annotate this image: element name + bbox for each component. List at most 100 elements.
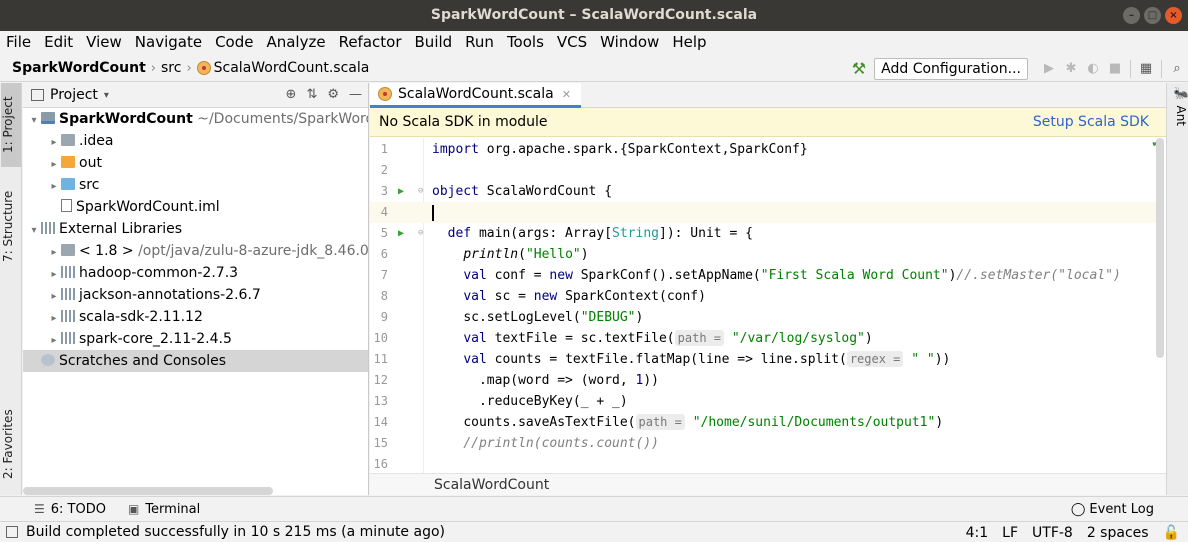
tree-row[interactable]: ▸ jackson-annotations-2.6.7 [23, 284, 368, 306]
ant-icon: 🐜 [1174, 87, 1188, 102]
tree-row[interactable]: ▸ spark-core_2.11-2.4.5 [23, 328, 368, 350]
tree-row[interactable]: ▸ hadoop-common-2.7.3 [23, 262, 368, 284]
tab-ant[interactable]: 🐜 Ant [1168, 87, 1188, 126]
add-configuration-button[interactable]: Add Configuration... [874, 57, 1028, 80]
run-gutter-icon[interactable]: ▶ [398, 223, 404, 244]
tab-todo[interactable]: ☰ 6: TODO [34, 502, 106, 517]
menu-window[interactable]: Window [600, 33, 659, 51]
file-encoding[interactable]: UTF-8 [1032, 525, 1073, 541]
tab-scalawordcount[interactable]: ScalaWordCount.scala ✕ [370, 83, 581, 108]
breadcrumb-file[interactable]: ScalaWordCount.scala [214, 60, 370, 76]
tree-row[interactable]: SparkWordCount.iml [23, 196, 368, 218]
breadcrumb-project[interactable]: SparkWordCount [12, 60, 146, 76]
menu-code[interactable]: Code [215, 33, 253, 51]
line-number: 7 [380, 268, 388, 282]
menu-build[interactable]: Build [415, 33, 453, 51]
code-text: val textFile = sc.textFile(path = "/var/… [463, 330, 873, 346]
breadcrumb-src[interactable]: src [161, 60, 181, 76]
tree-expand-icon[interactable]: ▸ [47, 264, 61, 286]
menu-analyze[interactable]: Analyze [266, 33, 325, 51]
coverage-icon[interactable]: ◐ [1082, 61, 1104, 76]
close-tab-icon[interactable]: ✕ [562, 88, 571, 101]
minimize-icon[interactable]: – [1123, 7, 1140, 24]
scala-file-icon [378, 87, 392, 101]
tree-expand-icon[interactable]: ▸ [47, 176, 61, 198]
line-number: 15 [373, 436, 388, 450]
tree-row[interactable]: ▸ out [23, 152, 368, 174]
tree-expand-icon[interactable]: ▸ [47, 154, 61, 176]
code-text: .reduceByKey(_ + _) [478, 394, 628, 409]
tab-project[interactable]: 1: Project [1, 83, 21, 167]
menu-vcs[interactable]: VCS [557, 33, 587, 51]
tab-structure[interactable]: 7: Structure [1, 181, 21, 271]
hide-icon[interactable]: — [349, 87, 362, 102]
caret-position[interactable]: 4:1 [966, 525, 989, 541]
chevron-down-icon[interactable]: ▾ [104, 90, 109, 101]
line-number: 11 [373, 352, 388, 366]
stop-icon[interactable]: ■ [1104, 61, 1126, 76]
indent-setting[interactable]: 2 spaces [1087, 525, 1149, 541]
gear-icon[interactable]: ⚙ [327, 87, 339, 102]
locate-icon[interactable]: ⊕ [286, 87, 297, 102]
run-icon[interactable]: ▶ [1038, 61, 1060, 76]
tree-expand-icon[interactable]: ▸ [47, 242, 61, 264]
line-number: 3 [380, 184, 388, 198]
project-structure-icon[interactable]: ▦ [1135, 61, 1157, 76]
tree-row[interactable]: ▾ External Libraries [23, 218, 368, 240]
tool-windows-icon[interactable] [6, 526, 18, 538]
debug-icon[interactable]: ✱ [1060, 61, 1082, 76]
tree-label: hadoop-common-2.7.3 [79, 265, 239, 281]
tree-row[interactable]: ▸ scala-sdk-2.11.12 [23, 306, 368, 328]
menu-run[interactable]: Run [465, 33, 494, 51]
collapse-all-icon[interactable]: ⇅ [306, 87, 317, 102]
menu-view[interactable]: View [86, 33, 122, 51]
build-hammer-icon[interactable]: ⚒ [852, 59, 866, 78]
tree-expand-icon[interactable]: ▸ [47, 286, 61, 308]
vertical-scrollbar[interactable] [1156, 138, 1164, 358]
horizontal-scrollbar[interactable] [23, 487, 273, 495]
tree-expand-icon[interactable]: ▸ [47, 308, 61, 330]
tab-terminal[interactable]: ▣ Terminal [128, 502, 200, 517]
status-widgets: 4:1 LF UTF-8 2 spaces 🔓 [966, 522, 1180, 542]
tree-row[interactable]: ▸ .idea [23, 130, 368, 152]
lib-icon [61, 266, 75, 278]
code-line: 1 import org.apache.spark.{SparkContext,… [370, 139, 1156, 160]
tree-row[interactable]: ▾ SparkWordCount ~/Documents/SparkWord [23, 108, 368, 130]
tab-label: ScalaWordCount.scala [398, 86, 554, 102]
line-separator[interactable]: LF [1002, 525, 1018, 541]
menu-navigate[interactable]: Navigate [135, 33, 202, 51]
menu-file[interactable]: File [6, 33, 31, 51]
code-line-current: 4 [370, 202, 1156, 223]
tree-row[interactable]: Scratches and Consoles [23, 350, 368, 372]
tree-expand-icon[interactable]: ▾ [27, 110, 41, 132]
code-line: 8 val sc = new SparkContext(conf) [370, 286, 1156, 307]
tree-expand-icon[interactable]: ▸ [47, 132, 61, 154]
fold-icon[interactable]: ⊖ [418, 181, 423, 202]
maximize-icon[interactable]: □ [1144, 7, 1161, 24]
folder-g-icon [61, 244, 75, 256]
close-icon[interactable]: × [1165, 7, 1182, 24]
menu-refactor[interactable]: Refactor [339, 33, 402, 51]
tree-label: External Libraries [59, 221, 182, 237]
tree-expand-icon[interactable]: ▾ [27, 220, 41, 242]
left-tool-strip: 1: Project 7: Structure 2: Favorites [0, 83, 22, 495]
lib-icon [61, 310, 75, 322]
code-breadcrumb[interactable]: ScalaWordCount [370, 473, 1166, 495]
status-bar: Build completed successfully in 10 s 215… [0, 521, 1188, 542]
tab-favorites[interactable]: 2: Favorites [1, 397, 21, 491]
setup-scala-sdk-link[interactable]: Setup Scala SDK [1033, 114, 1149, 130]
fold-icon[interactable]: ⊖ [418, 223, 423, 244]
search-everywhere-icon[interactable]: ⌕ [1166, 61, 1188, 76]
tree-row[interactable]: ▸ src [23, 174, 368, 196]
tree-expand-icon[interactable]: ▸ [47, 330, 61, 352]
lock-icon[interactable]: 🔓 [1163, 525, 1180, 541]
code-area[interactable]: ✔ 1 import org.apache.spark.{SparkContex… [370, 138, 1166, 473]
tab-event-log[interactable]: ◯ Event Log [1071, 497, 1154, 522]
menu-tools[interactable]: Tools [507, 33, 544, 51]
tree-row[interactable]: ▸ < 1.8 > /opt/java/zulu-8-azure-jdk_8.46… [23, 240, 368, 262]
menu-edit[interactable]: Edit [44, 33, 73, 51]
menu-help[interactable]: Help [672, 33, 706, 51]
tree-path: /opt/java/zulu-8-azure-jdk_8.46.0.19 [133, 243, 369, 259]
run-gutter-icon[interactable]: ▶ [398, 181, 404, 202]
project-view-selector[interactable]: Project [50, 87, 98, 103]
